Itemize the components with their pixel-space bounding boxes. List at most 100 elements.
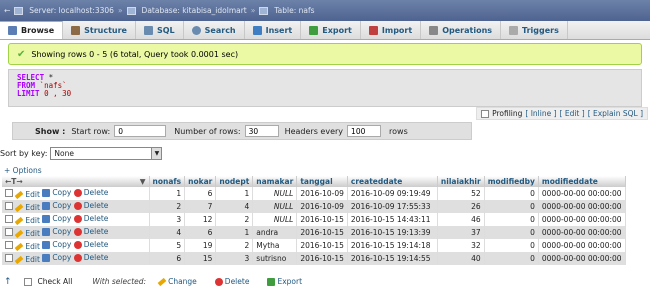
edit-button[interactable]: Edit [15, 216, 40, 225]
column-header[interactable]: modifieddate [538, 176, 626, 187]
tab-import[interactable]: Import [361, 21, 422, 39]
sort-arrow-icon[interactable]: ▼ [140, 177, 146, 186]
row-checkbox[interactable] [5, 240, 13, 249]
table-header-row: ←T→ ▼ nonafs nokar nodept namakar tanggal… [2, 176, 626, 187]
copy-button[interactable]: Copy [42, 253, 71, 262]
checkmark-icon: ✔ [17, 48, 26, 60]
column-header[interactable]: tanggal [296, 176, 348, 187]
success-text: Showing rows 0 - 5 (6 total, Query took … [31, 49, 239, 59]
pencil-icon [15, 242, 24, 251]
edit-label: Edit [25, 203, 40, 212]
explain-sql-link[interactable]: [ Explain SQL ] [588, 109, 643, 118]
tab-search[interactable]: Search [184, 21, 245, 39]
edit-button[interactable]: Edit [15, 229, 40, 238]
inline-link[interactable]: [ Inline ] [525, 109, 556, 118]
table-cell: 19 [184, 239, 217, 252]
column-header[interactable]: nilaiakhir [437, 176, 485, 187]
edit-button[interactable]: Edit [15, 242, 40, 251]
num-rows-input[interactable] [244, 125, 279, 137]
edit-label: Edit [25, 242, 40, 251]
edit-label: Edit [25, 229, 40, 238]
copy-icon [42, 201, 51, 210]
row-checkbox[interactable] [5, 201, 13, 210]
row-checkbox[interactable] [5, 214, 13, 223]
column-header[interactable]: nodept [215, 176, 254, 187]
copy-button[interactable]: Copy [42, 201, 71, 210]
num-rows-label: Number of rows: [174, 126, 241, 136]
tab-label: Browse [21, 26, 55, 35]
sort-select[interactable]: None ▼ [50, 146, 163, 160]
tab-insert[interactable]: Insert [245, 21, 302, 39]
copy-button[interactable]: Copy [42, 227, 71, 236]
import-icon [368, 25, 378, 35]
profiling-checkbox[interactable] [481, 109, 490, 118]
breadcrumb-server[interactable]: Server: localhost:3306 [29, 6, 114, 15]
copy-button[interactable]: Copy [42, 188, 71, 197]
breadcrumb-database[interactable]: Database: kitabisa_idolmart [142, 6, 247, 15]
table-cell: 37 [437, 226, 485, 239]
headers-every-input[interactable] [347, 125, 382, 137]
tab-browse[interactable]: Browse [0, 21, 64, 39]
table-cell: 4 [149, 226, 186, 239]
delete-selected-button[interactable]: Delete [214, 277, 250, 286]
tab-triggers[interactable]: Triggers [501, 21, 568, 39]
delete-label: Delete [83, 253, 109, 262]
server-icon [14, 6, 24, 15]
breadcrumb-table[interactable]: Table: nafs [274, 6, 314, 15]
table-cell: 3 [215, 252, 254, 265]
column-header[interactable]: nonafs [149, 176, 186, 187]
column-header[interactable]: createddate [347, 176, 438, 187]
back-arrow-icon[interactable]: ← [4, 6, 10, 15]
row-checkbox[interactable] [5, 227, 13, 236]
table-cell: 1 [215, 226, 254, 239]
tab-label: SQL [156, 25, 175, 35]
table-cell: 0 [484, 187, 539, 200]
edit-button[interactable]: Edit [15, 203, 40, 212]
edit-link[interactable]: [ Edit ] [560, 109, 585, 118]
sort-value: None [54, 148, 74, 158]
delete-label: Delete [83, 227, 109, 236]
copy-button[interactable]: Copy [42, 214, 71, 223]
copy-button[interactable]: Copy [42, 240, 71, 249]
success-message: ✔ Showing rows 0 - 5 (6 total, Query too… [8, 43, 642, 65]
headers-every-label: Headers every [284, 126, 344, 136]
tab-structure[interactable]: Structure [63, 21, 136, 39]
edit-label: Edit [25, 216, 40, 225]
check-all-label[interactable]: Check All [38, 277, 73, 286]
browse-icon [8, 26, 17, 35]
edit-button[interactable]: Edit [15, 190, 40, 199]
column-header[interactable]: namakar [252, 176, 298, 187]
tab-export[interactable]: Export [301, 21, 361, 39]
tab-label: Structure [84, 25, 127, 35]
start-row-input[interactable] [114, 125, 167, 137]
row-checkbox[interactable] [5, 188, 13, 197]
delete-button[interactable]: Delete [73, 188, 108, 197]
export-label: Export [277, 277, 303, 286]
table-cell: 0 [484, 252, 539, 265]
check-all-checkbox[interactable] [23, 277, 32, 286]
delete-button[interactable]: Delete [73, 201, 108, 210]
options-link[interactable]: + Options [4, 166, 42, 175]
tab-operations[interactable]: Operations [421, 21, 502, 39]
tab-bar: Browse Structure SQL Search Insert Expor… [0, 21, 650, 40]
table-cell: 2016-10-15 14:43:11 [347, 213, 438, 226]
show-button[interactable]: Show : [35, 127, 65, 136]
change-button[interactable]: Change [157, 277, 197, 286]
sql-line: SELECT * [17, 74, 633, 82]
delete-button[interactable]: Delete [73, 240, 108, 249]
sql-query-box[interactable]: SELECT * FROM `nafs` LIMIT 0 , 30 [8, 69, 642, 107]
delete-button[interactable]: Delete [73, 253, 109, 262]
delete-button[interactable]: Delete [73, 227, 109, 236]
column-header[interactable]: nokar [184, 176, 217, 187]
delete-button[interactable]: Delete [73, 214, 108, 223]
export-selected-button[interactable]: Export [267, 277, 302, 286]
tab-sql[interactable]: SQL [136, 21, 184, 39]
table-cell: 0 [484, 226, 539, 239]
edit-button[interactable]: Edit [15, 255, 40, 264]
column-header[interactable]: modifiedby [484, 176, 539, 187]
results-table: ←T→ ▼ nonafs nokar nodept namakar tanggal… [2, 176, 626, 265]
delete-label: Delete [224, 277, 250, 286]
rows-label: rows [389, 126, 408, 136]
row-checkbox[interactable] [5, 253, 13, 262]
table-cell: 0000-00-00 00:00:00 [538, 213, 626, 226]
